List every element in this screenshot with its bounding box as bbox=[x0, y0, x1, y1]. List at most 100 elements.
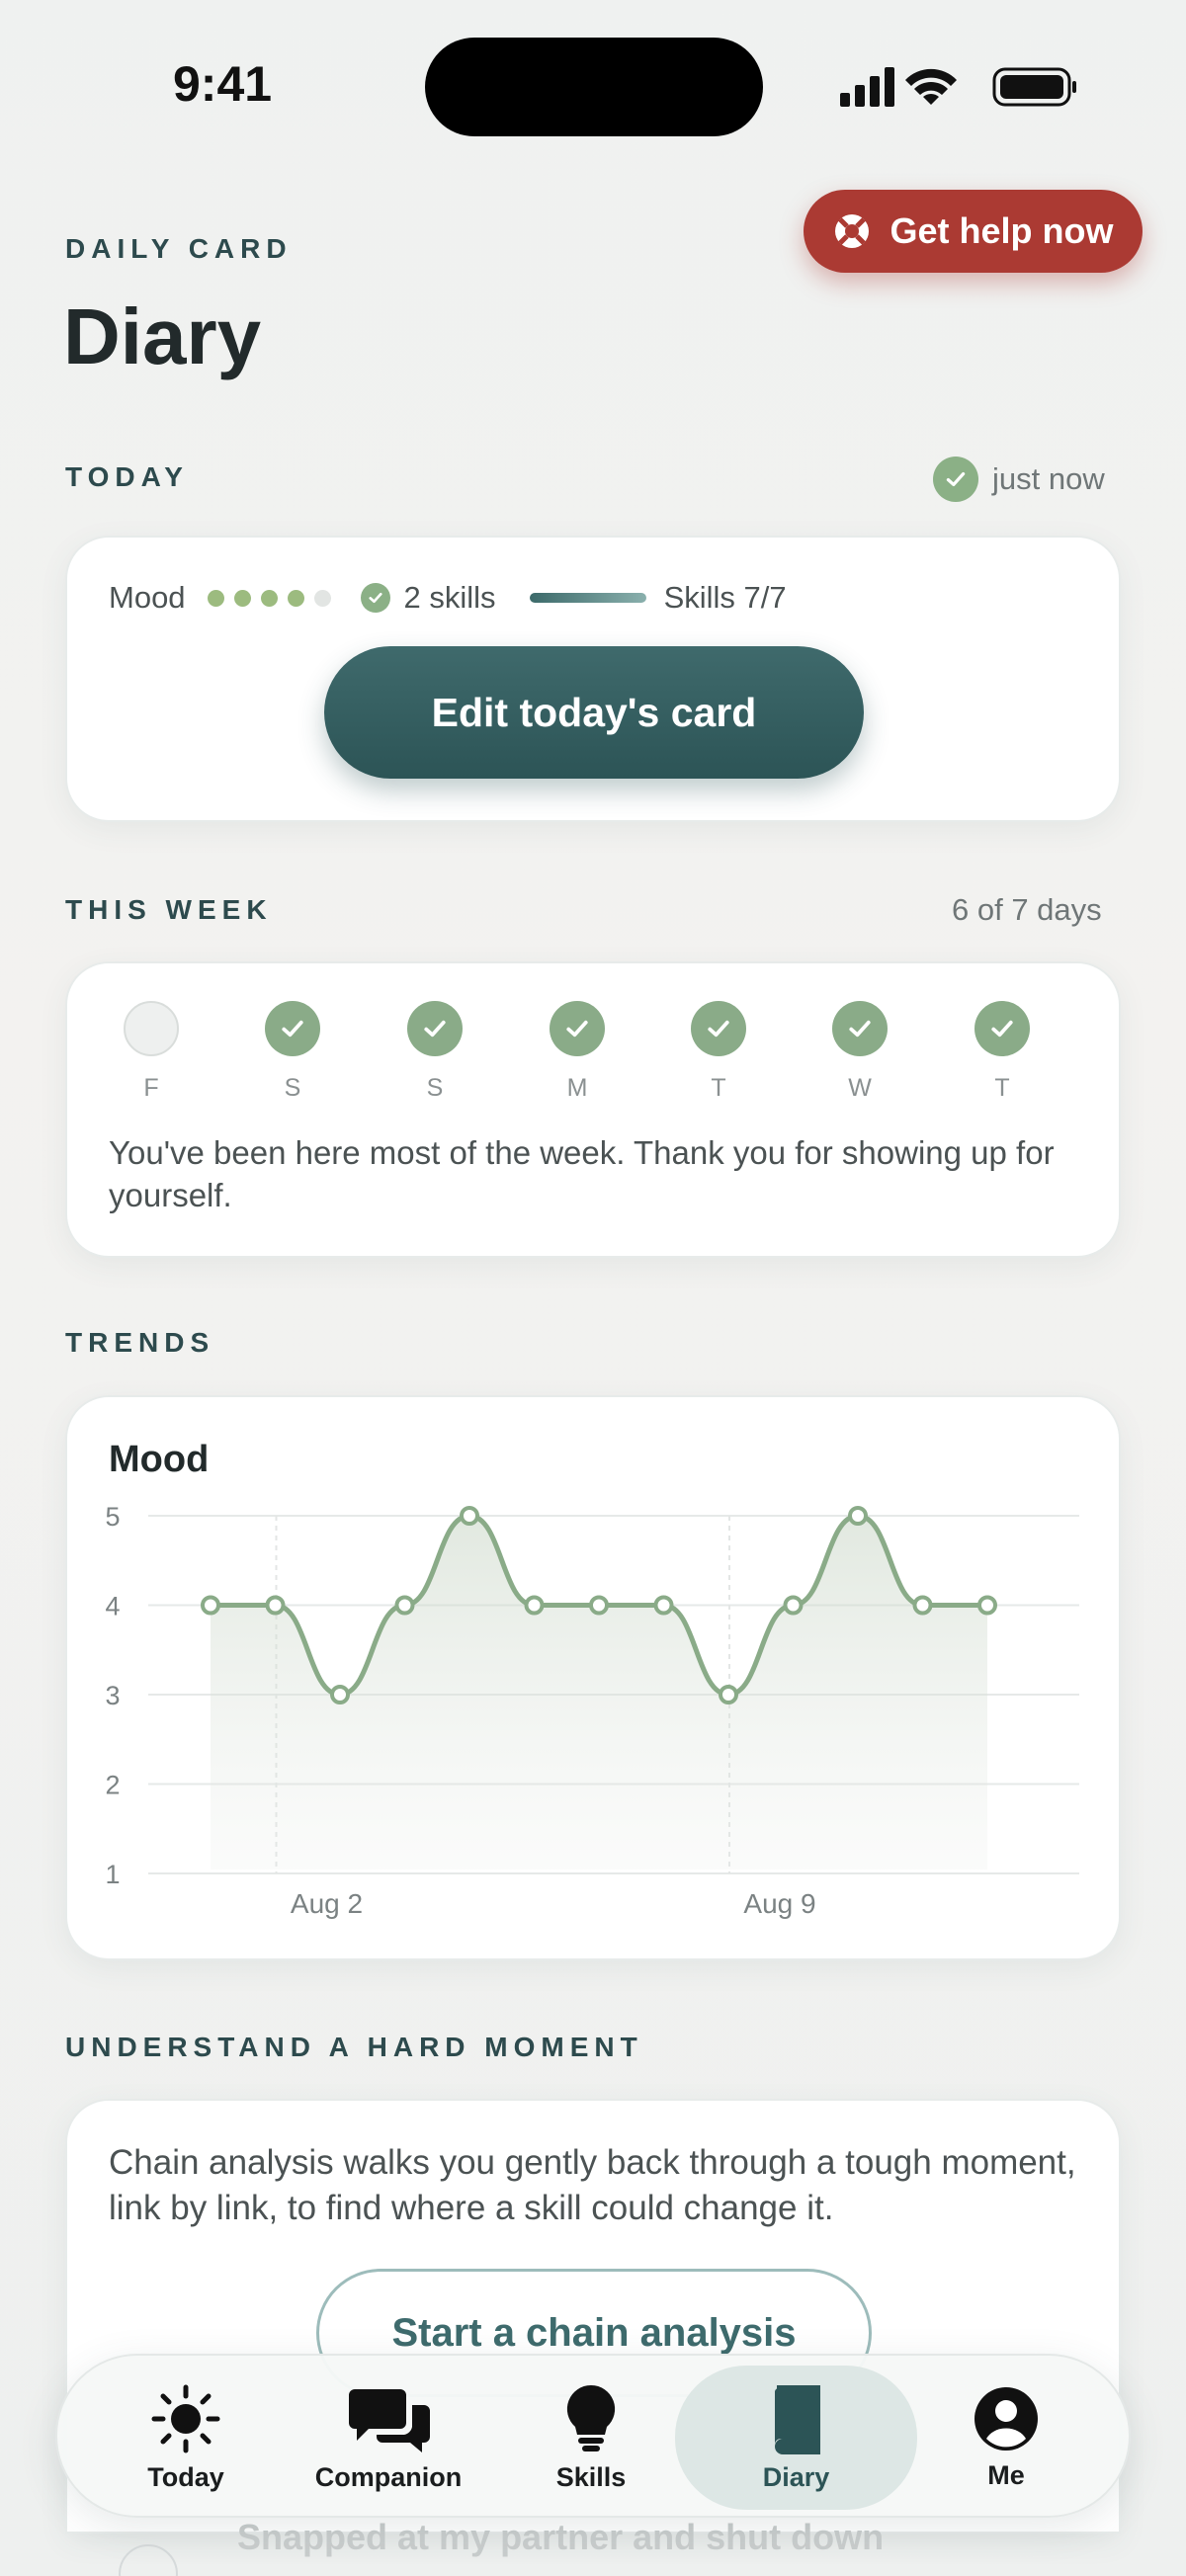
week-day-label: F bbox=[143, 1074, 159, 1102]
day-check-icon bbox=[407, 1001, 463, 1056]
wifi-icon bbox=[905, 68, 957, 105]
skills-check-icon bbox=[360, 583, 390, 613]
week-days: FSSMTWT bbox=[107, 1001, 1085, 1103]
data-point bbox=[524, 1595, 545, 1616]
skills-count: 2 skills bbox=[403, 580, 496, 615]
day-empty-icon bbox=[124, 1001, 179, 1056]
mood-dots bbox=[207, 589, 341, 607]
day-check-icon bbox=[265, 1001, 320, 1056]
person-icon bbox=[974, 2386, 1038, 2451]
tab-me-label: Me bbox=[987, 2459, 1025, 2490]
week-day-label: W bbox=[848, 1074, 872, 1102]
status-time: 9:41 bbox=[173, 56, 273, 112]
data-point bbox=[460, 1506, 479, 1526]
chain-section-title: UNDERSTAND A HARD MOMENT bbox=[65, 2032, 643, 2062]
chat-bubbles-icon bbox=[349, 2388, 430, 2452]
mood-dot bbox=[260, 589, 278, 607]
tab-today-label: Today bbox=[147, 2461, 224, 2492]
data-point bbox=[783, 1595, 804, 1616]
y-tick-label: 3 bbox=[105, 1681, 120, 1710]
data-point bbox=[912, 1595, 933, 1616]
cellular-signal-icon bbox=[840, 67, 894, 107]
get-help-button[interactable]: Get help now bbox=[804, 190, 1143, 273]
day-check-icon bbox=[974, 1001, 1030, 1056]
mood-label: Mood bbox=[109, 580, 186, 615]
x-tick-label: Aug 2 bbox=[291, 1888, 363, 1919]
mood-chart-card: Mood 1 2 3 4 5 Aug 2 Aug 9 bbox=[65, 1395, 1121, 1960]
data-point bbox=[653, 1595, 674, 1616]
partial-entry-text[interactable]: Snapped at my partner and shut down bbox=[237, 2517, 884, 2558]
tab-companion[interactable]: Companion bbox=[304, 2356, 472, 2520]
tab-companion-label: Companion bbox=[314, 2461, 463, 2492]
y-tick-label: 2 bbox=[105, 1771, 120, 1800]
dynamic-island bbox=[425, 38, 763, 136]
trends-section-title: TRENDS bbox=[65, 1327, 215, 1358]
week-day: T bbox=[674, 1001, 763, 1103]
entry-icon bbox=[119, 2544, 178, 2576]
tab-diary[interactable]: Diary bbox=[675, 2366, 917, 2510]
week-summary: 6 of 7 days bbox=[952, 892, 1102, 927]
week-day: S bbox=[248, 1001, 337, 1103]
lightbulb-icon bbox=[566, 2384, 616, 2451]
series-area bbox=[211, 1516, 987, 1870]
data-point bbox=[848, 1506, 868, 1526]
y-tick-label: 1 bbox=[105, 1860, 120, 1889]
day-check-icon bbox=[832, 1001, 888, 1056]
tab-skills[interactable]: Skills bbox=[532, 2356, 650, 2520]
week-day-label: M bbox=[566, 1074, 588, 1102]
status-icons bbox=[840, 67, 1076, 107]
data-point bbox=[265, 1595, 286, 1616]
tab-skills-label: Skills bbox=[555, 2461, 627, 2492]
data-point bbox=[394, 1595, 415, 1616]
week-section-title: THIS WEEK bbox=[65, 894, 273, 925]
data-point bbox=[201, 1595, 220, 1616]
mood-dot bbox=[287, 589, 304, 607]
today-section-title: TODAY bbox=[65, 461, 189, 492]
lifebuoy-icon bbox=[835, 214, 870, 248]
saved-time: just now bbox=[992, 461, 1105, 496]
day-check-icon bbox=[691, 1001, 746, 1056]
week-day-label: S bbox=[426, 1074, 444, 1102]
week-card: F S S M T W T You've been here most of the wee… bbox=[65, 961, 1121, 1258]
edit-today-card-button[interactable]: Edit today's card bbox=[324, 646, 864, 779]
data-point bbox=[719, 1685, 738, 1704]
tab-today[interactable]: Today bbox=[117, 2356, 255, 2520]
week-day: W bbox=[815, 1001, 904, 1103]
daily-card-kicker: DAILY CARD bbox=[65, 233, 293, 264]
week-day-label: T bbox=[994, 1074, 1010, 1102]
get-help-label: Get help now bbox=[890, 210, 1114, 251]
mood-dot bbox=[207, 589, 224, 607]
week-day-label: T bbox=[711, 1074, 726, 1102]
sun-icon bbox=[151, 2384, 220, 2452]
y-tick-label: 5 bbox=[105, 1502, 120, 1532]
mood-dot bbox=[233, 589, 251, 607]
data-point bbox=[330, 1685, 350, 1704]
status-bar: 9:41 bbox=[0, 0, 1186, 148]
week-day: F bbox=[107, 1001, 196, 1103]
y-tick-label: 4 bbox=[105, 1592, 120, 1621]
chain-description: Chain analysis walks you gently back thr… bbox=[109, 2143, 1076, 2227]
week-day: M bbox=[533, 1001, 622, 1103]
x-tick-label: Aug 9 bbox=[743, 1888, 815, 1919]
tab-bar: Today Companion Skills Diary Me bbox=[55, 2354, 1131, 2518]
mood-dot bbox=[313, 589, 331, 607]
tab-diary-label: Diary bbox=[762, 2461, 830, 2492]
week-day: T bbox=[958, 1001, 1047, 1103]
week-day-label: S bbox=[284, 1074, 301, 1102]
today-summary-row: Mood 2 skills Skills 7/7 bbox=[109, 577, 787, 619]
data-point bbox=[589, 1595, 609, 1616]
today-card: Mood 2 skills Skills 7/7 Edit today's ca… bbox=[65, 536, 1121, 822]
book-icon bbox=[774, 2384, 820, 2454]
day-check-icon bbox=[550, 1001, 605, 1056]
mood-chart: 1 2 3 4 5 Aug 2 Aug 9 bbox=[105, 1502, 1079, 1919]
saved-status: just now bbox=[933, 457, 1105, 502]
page-title: Diary bbox=[63, 292, 262, 380]
data-point bbox=[977, 1595, 997, 1616]
saved-check-icon bbox=[933, 457, 978, 502]
battery-icon bbox=[992, 67, 1076, 107]
tab-me[interactable]: Me bbox=[952, 2356, 1060, 2520]
week-message: You've been here most of the week. Thank… bbox=[109, 1134, 1055, 1213]
skills-progress-bar bbox=[529, 593, 646, 603]
skills-progress-label: Skills 7/7 bbox=[663, 580, 787, 615]
week-day: S bbox=[390, 1001, 479, 1103]
